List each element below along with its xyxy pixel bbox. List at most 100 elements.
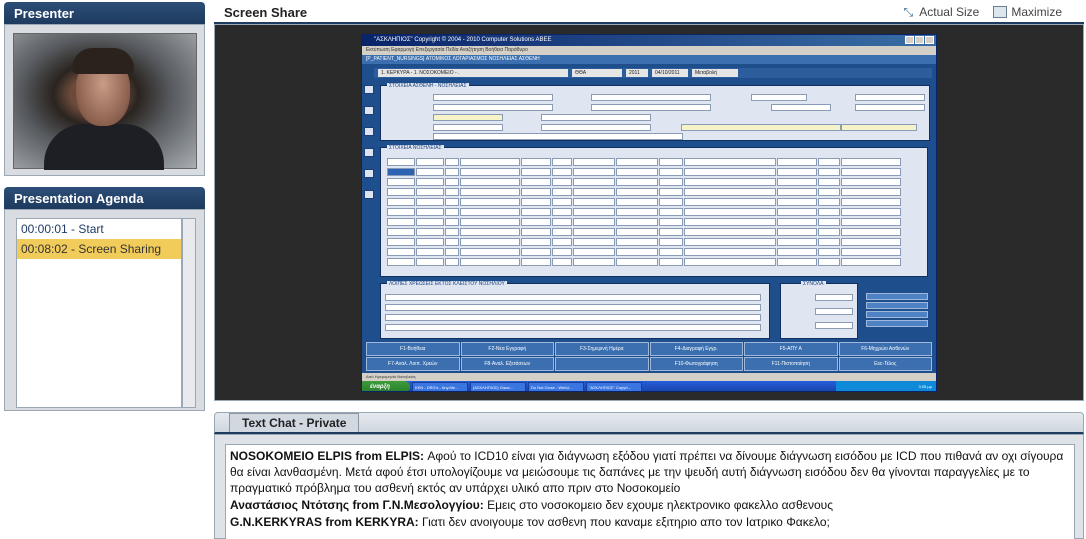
chat-message: NOSOKOMEIO ELPIS from ELPIS: Αφού το ICD…	[230, 448, 1070, 496]
actual-size-icon: ⤡	[903, 5, 914, 19]
remote-menubar: Εκτύπωση Εφαρμογή Επεξεργασία Πεδία Αναζ…	[362, 46, 936, 55]
remote-field	[681, 124, 841, 131]
remote-task: Do Not Close - WebU...	[528, 382, 584, 391]
remote-sidebar-down-icon	[364, 169, 374, 178]
remote-app-sidebar	[364, 85, 376, 265]
remote-taskbar: έναρξη KEN - DRG's - Any.Me... (ΑΣΚΛΗΠΙΟ…	[362, 381, 936, 391]
chat-message: Αναστάσιος Ντότσης from Γ.Ν.Μεσολογγίου:…	[230, 497, 1070, 513]
remote-field	[541, 124, 651, 131]
remote-side-button	[866, 311, 928, 318]
agenda-item-screen-sharing[interactable]: 00:08:02 - Screen Sharing	[17, 239, 181, 259]
remote-section-nursing-title: ΣΤΟΙΧΕΙΑ ΝΟΣΗΛΕΙΑΣ	[387, 145, 444, 151]
remote-section-patient: ΣΤΟΙΧΕΙΑ ΑΣΘΕΝΗ - ΝΟΣΗΛΕΙΑΣ	[380, 83, 930, 141]
remote-section-expenses: ΛΟΙΠΕΣ ΧΡΕΩΣΕΙΣ ΕΚΤΟΣ ΚΛΕΙΣΤΟΥ ΝΟΣΗΛΙΟΥ	[380, 281, 770, 339]
remote-field	[433, 104, 553, 111]
remote-field	[541, 114, 651, 121]
remote-field	[385, 324, 761, 331]
remote-grid-row	[387, 158, 917, 166]
remote-grid-row	[387, 188, 917, 196]
remote-app-infobar: 1. ΚΕΡΚΥΡΑ - 1. ΝΟΣΟΚΟΜΕΙΟ - . ΘΘΑ 2011 …	[374, 68, 932, 78]
remote-side-buttons	[866, 293, 928, 337]
chat-text: Εμεις στο νοσοκομειο δεν εχουμε ηλεκτρον…	[483, 498, 833, 512]
remote-side-button	[866, 302, 928, 309]
remote-close-icon	[925, 36, 934, 44]
remote-field	[815, 294, 853, 301]
remote-fkey: F3-Σημερινή Ημέρα	[555, 342, 649, 356]
chat-log: NOSOKOMEIO ELPIS from ELPIS: Αφού το ICD…	[225, 444, 1075, 539]
screen-share-title: Screen Share	[224, 4, 308, 20]
remote-grid-row	[387, 198, 917, 206]
remote-task: (ΑΣΚΛΗΠΙΟΣ) Οικον...	[470, 382, 526, 391]
remote-fkey: F2-Νέα Εγγραφή	[460, 342, 554, 356]
remote-fkey: F5-ΑΠΥ Α	[744, 342, 838, 356]
agenda-list: 00:00:01 - Start 00:08:02 - Screen Shari…	[16, 218, 182, 408]
chat-header: Text Chat - Private	[214, 412, 1084, 434]
remote-sidebar-up-icon	[364, 148, 374, 157]
remote-section-sum: ΣΥΝΟΛΑ	[780, 281, 858, 339]
remote-sidebar-delete-icon	[364, 127, 374, 136]
remote-statusbar: Από Ημερομηνία Νοσηλείας	[362, 373, 936, 381]
remote-field	[433, 94, 553, 101]
presenter-panel	[4, 24, 205, 176]
remote-fkey: F7-Αναλ. Λοιπ. Χρεών	[366, 357, 460, 371]
remote-field	[841, 124, 917, 131]
remote-grid-row	[387, 248, 917, 256]
remote-fkey: F10-Φωτογράφηση	[649, 357, 743, 371]
remote-field	[815, 322, 853, 329]
remote-fkey: F8-Αναλ. Εξετάσεων	[460, 357, 554, 371]
remote-field	[433, 133, 683, 140]
remote-side-button	[866, 293, 928, 300]
remote-minimize-icon	[905, 36, 914, 44]
remote-fkey: F1-Βοήθεια	[366, 342, 460, 356]
remote-field	[385, 294, 761, 301]
remote-window-controls	[905, 36, 934, 44]
remote-app-topbar: [P_PATIENT_NURSINGS] ΑΤΟΜΙΚΟΣ ΛΟΓΑΡΙΑΣΜΟ…	[362, 55, 936, 64]
actual-size-label: Actual Size	[919, 5, 980, 19]
remote-field	[591, 104, 711, 111]
chat-tab-private[interactable]: Text Chat - Private	[229, 413, 360, 432]
maximize-label: Maximize	[1011, 5, 1062, 19]
agenda-item-start[interactable]: 00:00:01 - Start	[17, 219, 181, 239]
presenter-header: Presenter	[4, 2, 205, 24]
maximize-button[interactable]: Maximize	[993, 5, 1062, 19]
remote-sidebar-save-icon	[364, 106, 374, 115]
chat-text: Γιατι δεν ανοιγουμε τον ασθενη που καναμ…	[418, 515, 830, 529]
remote-grid-row	[387, 238, 917, 246]
remote-field	[433, 114, 503, 121]
agenda-scrollbar[interactable]	[182, 218, 196, 408]
actual-size-button[interactable]: ⤡ Actual Size	[901, 5, 979, 19]
remote-section-sum-title: ΣΥΝΟΛΑ	[801, 281, 826, 287]
remote-fkey	[555, 357, 649, 371]
screen-share-actions: ⤡ Actual Size Maximize	[901, 5, 1062, 19]
remote-sidebar-help-icon	[364, 85, 374, 94]
agenda-title: Presentation Agenda	[14, 190, 144, 206]
remote-function-keys: F1-Βοήθεια F2-Νέα Εγγραφή F3-Σημερινή Ημ…	[366, 342, 932, 371]
remote-field	[855, 94, 925, 101]
remote-tray-clock: 3:05 μμ	[836, 381, 936, 391]
remote-field	[385, 314, 761, 321]
remote-field	[771, 104, 831, 111]
remote-sidebar-back-icon	[364, 190, 374, 199]
remote-side-button	[866, 320, 928, 327]
remote-window-titlebar: "ΑΣΚΛΗΠΙΟΣ" Copyright © 2004 - 2010 Comp…	[362, 35, 936, 46]
remote-grid-row	[387, 208, 917, 216]
agenda-header: Presentation Agenda	[4, 187, 205, 209]
remote-grid-row	[387, 228, 917, 236]
remote-info-date: 04/10/2011	[652, 69, 688, 77]
remote-grid-row	[387, 218, 917, 226]
remote-field	[433, 124, 503, 131]
remote-section-patient-title: ΣΤΟΙΧΕΙΑ ΑΣΘΕΝΗ - ΝΟΣΗΛΕΙΑΣ	[387, 83, 469, 89]
presenter-shirt	[44, 124, 164, 170]
remote-grid-row	[387, 168, 917, 176]
remote-info-mode: Μεταβολή	[692, 69, 738, 77]
remote-info-code: ΘΘΑ	[572, 69, 622, 77]
remote-section-expenses-title: ΛΟΙΠΕΣ ΧΡΕΩΣΕΙΣ ΕΚΤΟΣ ΚΛΕΙΣΤΟΥ ΝΟΣΗΛΙΟΥ	[387, 281, 507, 287]
chat-message: G.N.KERKYRAS from KERKYRA: Γιατι δεν ανο…	[230, 514, 1070, 530]
remote-fkey: F4-Διαγραφή Εγγρ.	[649, 342, 743, 356]
remote-fkey: F6-Μηχρώο Ασθενών	[838, 342, 932, 356]
presenter-title: Presenter	[14, 5, 74, 21]
chat-sender: NOSOKOMEIO ELPIS from ELPIS:	[230, 449, 425, 463]
remote-maximize-icon	[915, 36, 924, 44]
chat-sender: G.N.KERKYRAS from KERKYRA:	[230, 515, 419, 529]
remote-fkey: Esc-Τέλος	[838, 357, 932, 371]
